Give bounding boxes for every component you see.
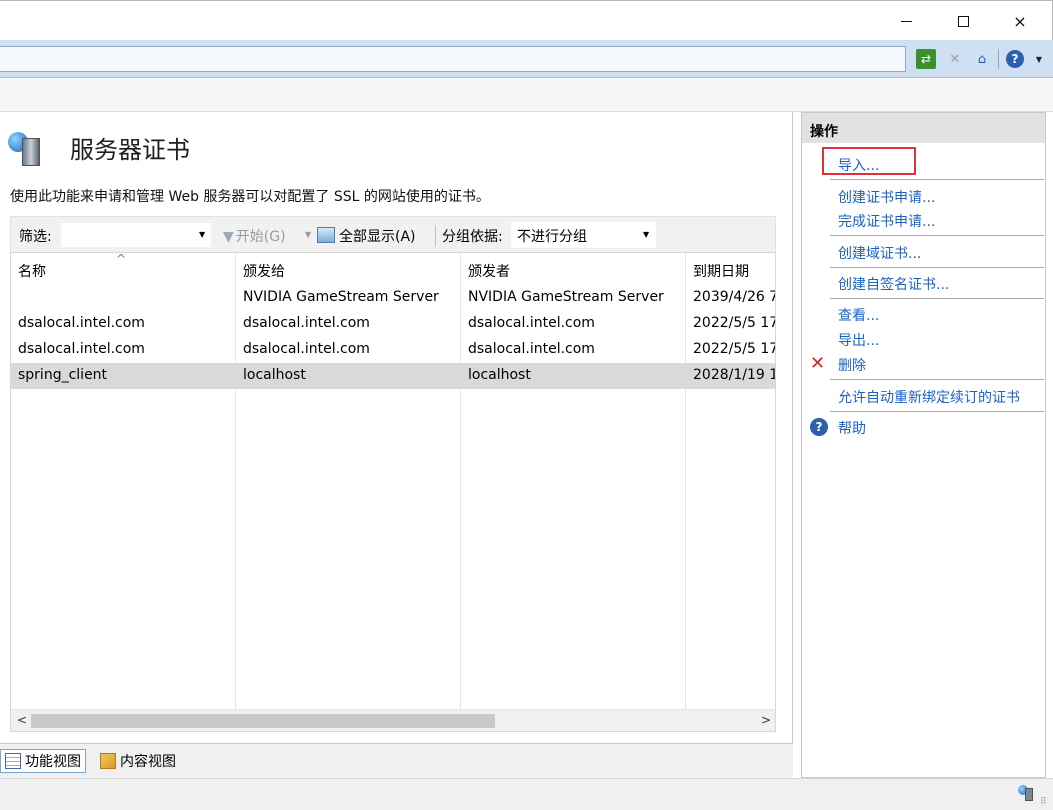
tab-features-view[interactable]: 功能视图 (0, 749, 86, 773)
cell-issued-to: dsalocal.intel.com (243, 315, 370, 331)
cell-issued-to: dsalocal.intel.com (243, 341, 370, 357)
list-header: 名称 ^ 颁发给 颁发者 到期日期 (11, 252, 775, 285)
action-create-domain-certificate[interactable]: 创建域证书... (838, 243, 921, 263)
start-dropdown-icon[interactable]: ▼ (305, 230, 311, 239)
cell-name: dsalocal.intel.com (18, 315, 145, 331)
cell-issued-to: NVIDIA GameStream Server (243, 289, 439, 305)
server-status-icon (1018, 785, 1036, 803)
action-complete-certificate-request[interactable]: 完成证书申请... (838, 211, 935, 231)
table-row[interactable]: NVIDIA GameStream Server NVIDIA GameStre… (11, 285, 776, 311)
group-by-select[interactable]: 不进行分组 (511, 222, 656, 248)
cell-expiration: 2022/5/5 17 (693, 315, 776, 331)
cell-expiration: 2028/1/19 1 (693, 367, 776, 383)
tab-features-view-label: 功能视图 (25, 754, 81, 770)
sort-ascending-icon: ^ (116, 252, 127, 266)
stop-icon[interactable]: ✕ (945, 49, 965, 69)
action-separator (830, 379, 1044, 380)
action-separator (830, 267, 1044, 268)
group-dropdown-icon[interactable]: ▼ (643, 230, 649, 239)
minimize-button[interactable] (883, 1, 929, 41)
home-icon[interactable]: ⌂ (972, 49, 992, 69)
delete-icon: ✕ (810, 353, 826, 374)
table-row[interactable]: dsalocal.intel.com dsalocal.intel.com ds… (11, 311, 776, 337)
actions-pane: 操作 导入... 创建证书申请... 完成证书申请... 创建域证书... 创建… (801, 112, 1046, 778)
action-separator (830, 411, 1044, 412)
show-all-label: 全部显示(A) (339, 229, 416, 245)
column-header-expiration[interactable]: 到期日期 (693, 261, 749, 281)
cell-issued-to: localhost (243, 367, 306, 383)
actions-header: 操作 (802, 113, 1045, 143)
action-export[interactable]: 导出... (838, 330, 879, 350)
help-icon[interactable]: ? (1006, 50, 1024, 68)
filter-separator (435, 225, 436, 247)
cell-name: dsalocal.intel.com (18, 341, 145, 357)
table-row[interactable]: dsalocal.intel.com dsalocal.intel.com ds… (11, 337, 776, 363)
tab-content-view[interactable]: 内容视图 (96, 749, 180, 773)
action-separator (830, 235, 1044, 236)
column-header-issued-to[interactable]: 颁发给 (243, 261, 285, 281)
minimize-icon (900, 20, 912, 22)
show-all-icon (317, 227, 335, 243)
filter-dropdown-icon[interactable]: ▼ (199, 230, 205, 239)
cell-issued-by: localhost (468, 367, 531, 383)
address-bar: ⇄ ✕ ⌂ ? ▼ (0, 40, 1053, 78)
filter-input[interactable] (61, 223, 211, 247)
action-import[interactable]: 导入... (838, 155, 879, 175)
scroll-right-icon[interactable]: > (761, 713, 771, 727)
group-by-label: 分组依据: (442, 229, 503, 245)
scrollbar-thumb[interactable] (31, 714, 495, 728)
cell-issued-by: dsalocal.intel.com (468, 341, 595, 357)
show-all-button[interactable]: 全部显示(A) (317, 226, 416, 246)
toolbar-separator (998, 49, 999, 69)
help-dropdown-icon[interactable]: ▼ (1033, 49, 1045, 69)
close-icon: × (1013, 11, 1027, 31)
maximize-icon (957, 15, 969, 27)
cell-issued-by: NVIDIA GameStream Server (468, 289, 664, 305)
action-help[interactable]: 帮助 (838, 418, 866, 438)
action-create-certificate-request[interactable]: 创建证书申请... (838, 187, 935, 207)
action-view[interactable]: 查看... (838, 305, 879, 325)
start-filter-label: 开始(G) (235, 229, 286, 245)
menu-strip (0, 78, 1053, 112)
filter-bar: 筛选: ▼ ▼ 开始(G) ▼ 全部显示(A) 分组依据: 不进行分组 ▼ (10, 216, 776, 252)
main-panel: 服务器证书 使用此功能来申请和管理 Web 服务器可以对配置了 SSL 的网站使… (0, 112, 793, 744)
column-header-issued-by[interactable]: 颁发者 (468, 261, 510, 281)
action-separator (830, 179, 1044, 180)
title-bar: × (0, 0, 1053, 40)
status-bar: ⠿ (0, 778, 1053, 810)
scroll-left-icon[interactable]: < (17, 713, 27, 727)
cell-expiration: 2022/5/5 17 (693, 341, 776, 357)
resize-grip-icon[interactable]: ⠿ (1040, 797, 1047, 807)
cell-issued-by: dsalocal.intel.com (468, 315, 595, 331)
action-separator (830, 298, 1044, 299)
view-tabs: 功能视图 内容视图 (0, 744, 793, 778)
maximize-button[interactable] (940, 1, 986, 41)
funnel-icon: ▼ (223, 229, 234, 245)
content-view-icon (100, 753, 116, 769)
page-description: 使用此功能来申请和管理 Web 服务器可以对配置了 SSL 的网站使用的证书。 (10, 189, 490, 205)
action-allow-auto-rebind[interactable]: 允许自动重新绑定续订的证书 (838, 387, 1020, 407)
help-icon: ? (810, 418, 828, 436)
filter-label: 筛选: (19, 229, 52, 245)
features-view-icon (5, 753, 21, 769)
refresh-icon[interactable]: ⇄ (916, 49, 936, 69)
horizontal-scrollbar[interactable]: < > (11, 709, 775, 731)
action-create-self-signed-certificate[interactable]: 创建自签名证书... (838, 274, 949, 294)
action-delete[interactable]: 删除 (838, 355, 866, 375)
start-filter-button[interactable]: ▼ 开始(G) (223, 226, 286, 246)
cell-name: spring_client (18, 367, 108, 383)
cell-expiration: 2039/4/26 7 (693, 289, 776, 305)
column-header-name[interactable]: 名称 (18, 261, 46, 281)
page-title: 服务器证书 (70, 136, 190, 164)
certificate-list: 名称 ^ 颁发给 颁发者 到期日期 NVIDIA GameStream Serv… (10, 252, 776, 732)
close-button[interactable]: × (997, 1, 1043, 41)
tab-content-view-label: 内容视图 (120, 754, 176, 770)
table-row-selected[interactable]: spring_client localhost localhost 2028/1… (11, 363, 776, 389)
server-certificates-icon (8, 132, 48, 168)
address-input[interactable] (0, 46, 906, 72)
